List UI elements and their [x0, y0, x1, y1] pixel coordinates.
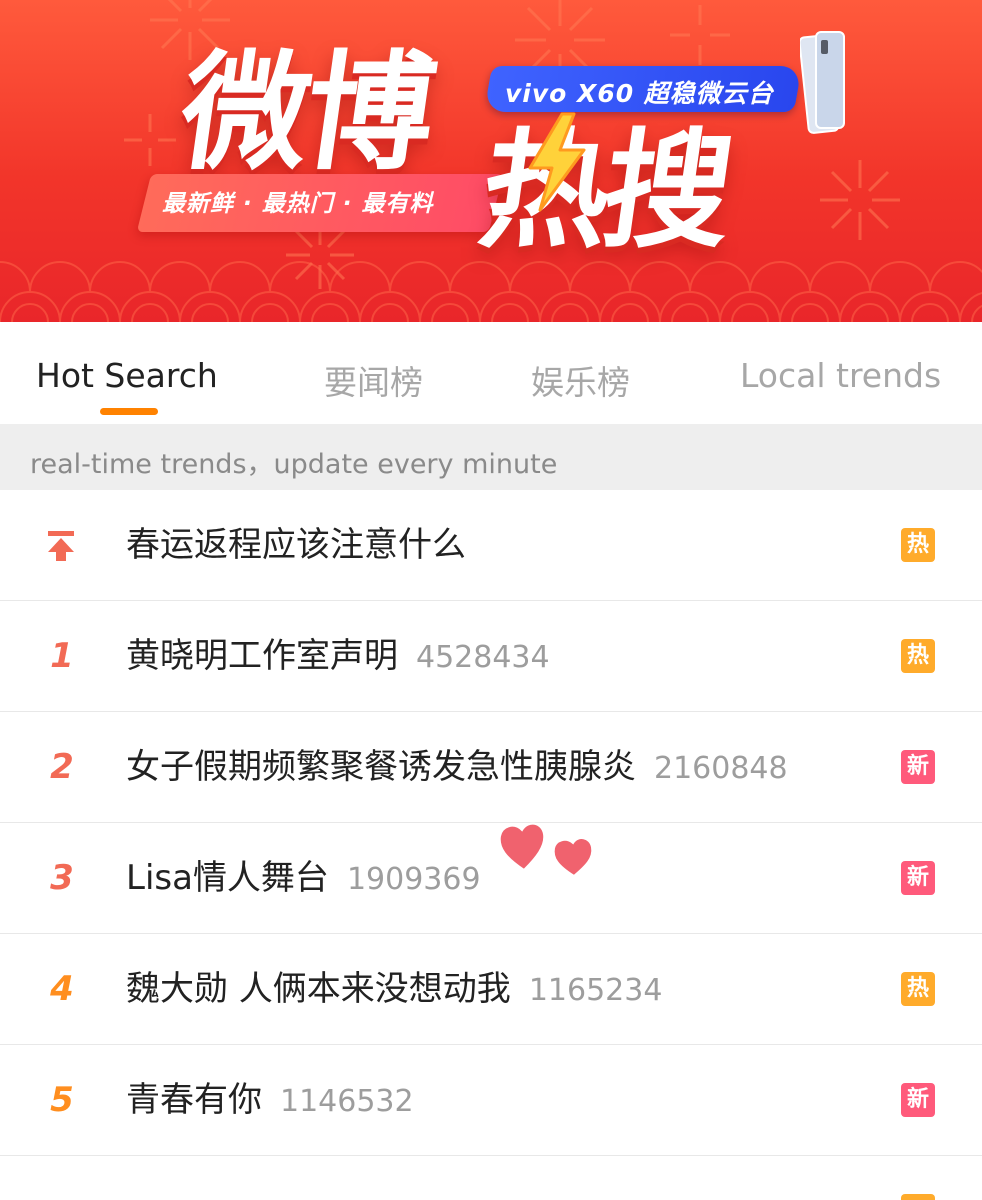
hot-badge-partial: [901, 1194, 935, 1200]
tab-hot-search[interactable]: Hot Search: [36, 356, 218, 395]
search-count: 2160848: [654, 751, 788, 786]
tab-bar: Hot Search 要闻榜 娱乐榜 Local trends: [0, 322, 982, 424]
search-count: 1165234: [528, 973, 663, 1008]
hot-search-banner[interactable]: vivo X60 超稳微云台 微博 最新鲜 · 最热门 · 最有料 热搜: [0, 0, 982, 322]
topic-title: Lisa情人舞台: [126, 858, 329, 898]
active-tab-indicator: [100, 408, 158, 415]
new-badge: 新: [901, 861, 935, 895]
new-badge: 新: [901, 1083, 935, 1117]
list-item-content: 女子假期频繁聚餐诱发急性胰腺炎 2160848: [126, 712, 788, 823]
rank-number: 5: [50, 1080, 74, 1120]
banner-title-hot: 热搜: [471, 117, 737, 266]
tab-local-trends[interactable]: Local trends: [740, 356, 941, 395]
list-item-content: Lisa情人舞台 1909369: [126, 823, 481, 934]
topic-title: 春运返程应该注意什么: [126, 525, 466, 565]
list-item-partial[interactable]: [0, 1156, 982, 1200]
phone-product-icon: [800, 31, 845, 134]
hot-search-list: 春运返程应该注意什么 热 1 黄晓明工作室声明 4528434 热 2 女子假期频…: [0, 490, 982, 1200]
search-count: 4528434: [416, 640, 550, 675]
search-count: 1146532: [280, 1084, 414, 1119]
list-item[interactable]: 2 女子假期频繁聚餐诱发急性胰腺炎 2160848 新: [0, 712, 982, 823]
list-item[interactable]: 春运返程应该注意什么 热: [0, 490, 982, 601]
topic-title: 女子假期频繁聚餐诱发急性胰腺炎: [126, 747, 636, 787]
list-item[interactable]: 3 Lisa情人舞台 1909369 新: [0, 823, 982, 934]
hot-badge: 热: [901, 528, 935, 562]
list-item-content: 魏大勋 人俩本来没想动我 1165234: [126, 934, 662, 1045]
lightning-bolt-icon: [528, 112, 586, 212]
topic-title: 青春有你: [126, 1080, 262, 1120]
tab-entertainment[interactable]: 娱乐榜: [531, 356, 630, 404]
rank-number: 2: [50, 747, 74, 787]
list-item-content: 黄晓明工作室声明 4528434: [126, 601, 550, 712]
banner-title-weibo: 微博: [171, 39, 441, 188]
rank-number: 3: [50, 858, 74, 898]
pin-to-top-icon: [48, 531, 74, 561]
topic-title: 黄晓明工作室声明: [126, 636, 398, 676]
list-item[interactable]: 1 黄晓明工作室声明 4528434 热: [0, 601, 982, 712]
new-badge: 新: [901, 750, 935, 784]
rank-number: 4: [50, 969, 74, 1009]
list-item-content: 青春有你 1146532: [126, 1045, 414, 1156]
rank-number: 1: [50, 636, 74, 676]
list-item[interactable]: 4 魏大勋 人俩本来没想动我 1165234 热: [0, 934, 982, 1045]
hot-badge: 热: [901, 972, 935, 1006]
banner-slogan: 最新鲜 · 最热门 · 最有料: [162, 191, 434, 217]
update-notice-text: real-time trends，update every minute: [30, 449, 558, 480]
hearts-icon: [498, 822, 594, 878]
search-count: 1909369: [346, 862, 481, 897]
ad-badge-text[interactable]: vivo X60 超稳微云台: [505, 74, 774, 110]
list-item[interactable]: 5 青春有你 1146532 新: [0, 1045, 982, 1156]
hot-badge: 热: [901, 639, 935, 673]
tab-news[interactable]: 要闻榜: [324, 356, 423, 404]
list-item-content: 春运返程应该注意什么: [126, 490, 466, 601]
update-notice: real-time trends，update every minute: [0, 424, 982, 490]
topic-title: 魏大勋 人俩本来没想动我: [126, 969, 511, 1009]
